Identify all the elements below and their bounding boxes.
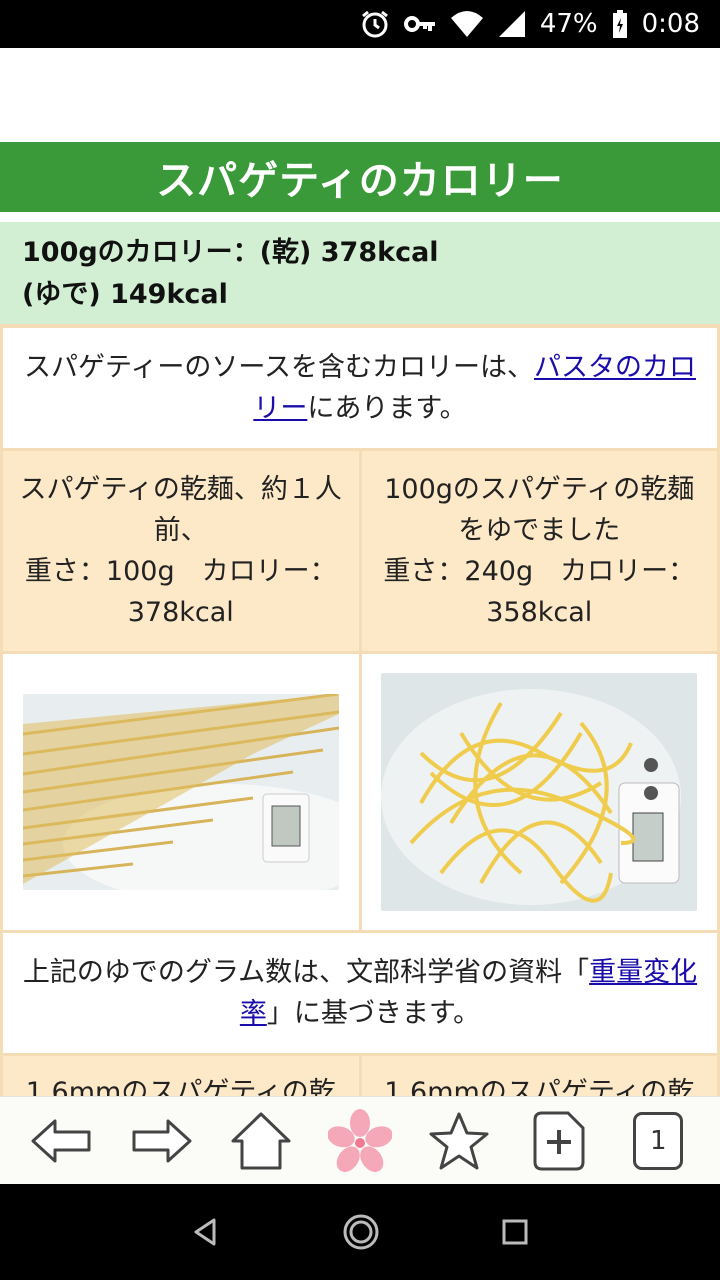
page-title: スパゲティのカロリー — [0, 142, 720, 212]
back-arrow-icon — [31, 1119, 91, 1162]
partial-cell-right: 1.6mmのスパゲティの乾 — [361, 1056, 717, 1096]
home-button[interactable] — [221, 1101, 301, 1181]
boiled-spaghetti-image-cell — [361, 654, 717, 930]
note-cell: 上記のゆでのグラム数は、文部科学省の資料「重量変化率」に基づきます。 — [3, 933, 717, 1053]
calorie-summary: 100gのカロリー：(乾) 378kcal (ゆで) 149kcal — [0, 222, 720, 324]
forward-arrow-icon — [132, 1119, 192, 1162]
new-tab-icon — [533, 1111, 585, 1170]
bookmark-button[interactable] — [419, 1101, 499, 1181]
back-triangle-icon[interactable] — [190, 1216, 222, 1248]
intro-cell: スパゲティーのソースを含むカロリーは、パスタのカロリーにあります。 — [3, 328, 717, 448]
table-row: スパゲティの乾麺、約１人前、 重さ：100g カロリー：378kcal 100g… — [3, 451, 717, 651]
battery-icon — [612, 10, 628, 38]
system-nav-bar — [0, 1184, 720, 1280]
intro-text: スパゲティーのソースを含むカロリーは、 — [23, 352, 535, 383]
note-text: 上記のゆでのグラム数は、文部科学省の資料「 — [22, 957, 590, 988]
home-icon — [231, 1112, 291, 1169]
status-bar: 47% 0:08 — [0, 0, 720, 48]
dry-desc-line-1: スパゲティの乾麺、約１人前、 — [19, 474, 342, 546]
calorie-table: スパゲティーのソースを含むカロリーは、パスタのカロリーにあります。 スパゲティの… — [0, 324, 720, 1096]
dry-desc-line-2: 重さ：100g カロリー：378kcal — [24, 556, 337, 628]
bookmark-star-icon — [429, 1112, 489, 1169]
table-row: 1.6mmのスパゲティの乾 1.6mmのスパゲティの乾 — [3, 1056, 717, 1096]
forward-button[interactable] — [121, 1101, 201, 1181]
wifi-icon — [450, 10, 484, 38]
signal-icon — [498, 10, 526, 38]
table-row: スパゲティーのソースを含むカロリーは、パスタのカロリーにあります。 — [3, 328, 717, 448]
web-page[interactable]: スパゲティのカロリー 100gのカロリー：(乾) 378kcal (ゆで) 14… — [0, 48, 720, 1096]
note-suffix: 」に基づきます。 — [266, 998, 481, 1029]
browser-toolbar: 1 — [0, 1096, 720, 1184]
battery-percent: 47% — [539, 9, 598, 39]
dry-spaghetti-image-cell — [3, 654, 359, 930]
summary-line-2: (ゆで) 149kcal — [22, 279, 228, 310]
partial-text-right: 1.6mmのスパゲティの乾 — [384, 1077, 695, 1096]
alarm-icon — [360, 9, 390, 39]
home-circle-icon[interactable] — [341, 1212, 381, 1252]
boiled-desc-line-2: 重さ：240g カロリー：358kcal — [383, 556, 696, 628]
partial-text-left: 1.6mmのスパゲティの乾 — [25, 1077, 336, 1096]
dry-spaghetti-desc: スパゲティの乾麺、約１人前、 重さ：100g カロリー：378kcal — [3, 451, 359, 651]
table-row: 上記のゆでのグラム数は、文部科学省の資料「重量変化率」に基づきます。 — [3, 933, 717, 1053]
tab-switcher-button[interactable]: 1 — [618, 1101, 698, 1181]
intro-suffix: にあります。 — [307, 393, 467, 424]
clock: 0:08 — [641, 9, 700, 39]
boiled-spaghetti-desc: 100gのスパゲティの乾麺をゆでました 重さ：240g カロリー：358kcal — [361, 451, 717, 651]
recents-square-icon[interactable] — [500, 1217, 530, 1247]
sakura-icon — [327, 1108, 392, 1172]
dry-spaghetti-image[interactable] — [22, 694, 339, 890]
summary-line-1: 100gのカロリー：(乾) 378kcal — [22, 237, 439, 268]
table-row — [3, 654, 717, 930]
partial-cell-left: 1.6mmのスパゲティの乾 — [3, 1056, 359, 1096]
boiled-desc-line-1: 100gのスパゲティの乾麺をゆでました — [384, 474, 695, 546]
new-tab-button[interactable] — [519, 1101, 599, 1181]
sakura-button[interactable] — [320, 1101, 400, 1181]
key-icon — [403, 14, 436, 34]
boiled-spaghetti-image[interactable] — [381, 673, 698, 911]
tab-count: 1 — [633, 1111, 684, 1170]
back-button[interactable] — [22, 1101, 102, 1181]
